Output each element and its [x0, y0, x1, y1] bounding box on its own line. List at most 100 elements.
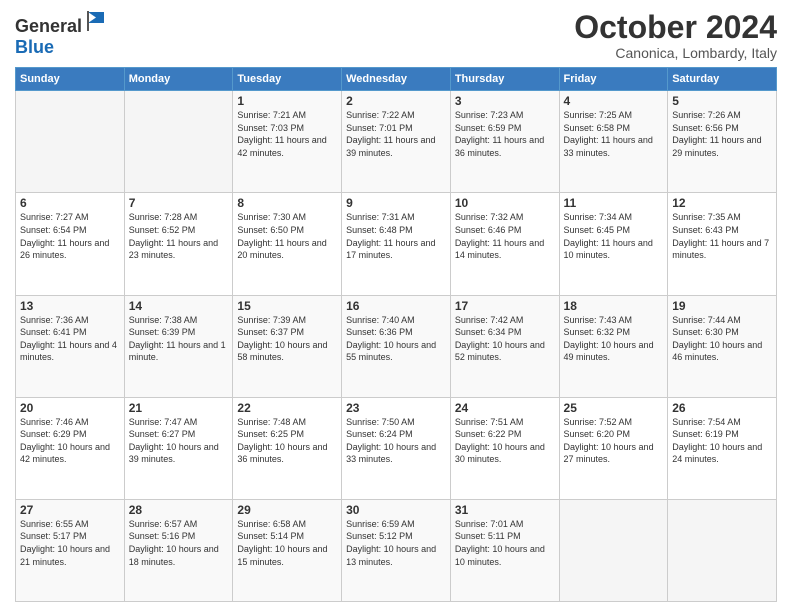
day-number: 13	[20, 299, 120, 313]
calendar-day-cell: 5Sunrise: 7:26 AM Sunset: 6:56 PM Daylig…	[668, 91, 777, 193]
logo-general: General	[15, 16, 82, 36]
calendar-day-cell: 14Sunrise: 7:38 AM Sunset: 6:39 PM Dayli…	[124, 295, 233, 397]
day-number: 14	[129, 299, 229, 313]
calendar-day-cell: 17Sunrise: 7:42 AM Sunset: 6:34 PM Dayli…	[450, 295, 559, 397]
day-info: Sunrise: 6:59 AM Sunset: 5:12 PM Dayligh…	[346, 518, 446, 568]
day-number: 22	[237, 401, 337, 415]
day-number: 15	[237, 299, 337, 313]
calendar-day-cell: 9Sunrise: 7:31 AM Sunset: 6:48 PM Daylig…	[342, 193, 451, 295]
day-info: Sunrise: 7:30 AM Sunset: 6:50 PM Dayligh…	[237, 211, 337, 261]
day-info: Sunrise: 7:38 AM Sunset: 6:39 PM Dayligh…	[129, 314, 229, 364]
day-info: Sunrise: 7:32 AM Sunset: 6:46 PM Dayligh…	[455, 211, 555, 261]
day-number: 1	[237, 94, 337, 108]
calendar-day-cell: 19Sunrise: 7:44 AM Sunset: 6:30 PM Dayli…	[668, 295, 777, 397]
day-number: 26	[672, 401, 772, 415]
calendar-day-cell: 12Sunrise: 7:35 AM Sunset: 6:43 PM Dayli…	[668, 193, 777, 295]
day-info: Sunrise: 7:21 AM Sunset: 7:03 PM Dayligh…	[237, 109, 337, 159]
header-wednesday: Wednesday	[342, 68, 451, 91]
day-number: 8	[237, 196, 337, 210]
day-number: 4	[564, 94, 664, 108]
day-number: 30	[346, 503, 446, 517]
day-info: Sunrise: 6:55 AM Sunset: 5:17 PM Dayligh…	[20, 518, 120, 568]
calendar-day-cell: 27Sunrise: 6:55 AM Sunset: 5:17 PM Dayli…	[16, 499, 125, 601]
calendar-day-cell: 8Sunrise: 7:30 AM Sunset: 6:50 PM Daylig…	[233, 193, 342, 295]
day-info: Sunrise: 6:58 AM Sunset: 5:14 PM Dayligh…	[237, 518, 337, 568]
calendar-day-cell: 7Sunrise: 7:28 AM Sunset: 6:52 PM Daylig…	[124, 193, 233, 295]
calendar-day-cell: 15Sunrise: 7:39 AM Sunset: 6:37 PM Dayli…	[233, 295, 342, 397]
calendar-day-cell: 29Sunrise: 6:58 AM Sunset: 5:14 PM Dayli…	[233, 499, 342, 601]
day-info: Sunrise: 7:47 AM Sunset: 6:27 PM Dayligh…	[129, 416, 229, 466]
header-tuesday: Tuesday	[233, 68, 342, 91]
page: General Blue October 2024 Canonica, Lomb…	[0, 0, 792, 612]
header-monday: Monday	[124, 68, 233, 91]
day-number: 12	[672, 196, 772, 210]
calendar-day-cell: 24Sunrise: 7:51 AM Sunset: 6:22 PM Dayli…	[450, 397, 559, 499]
calendar-day-cell	[124, 91, 233, 193]
day-info: Sunrise: 7:48 AM Sunset: 6:25 PM Dayligh…	[237, 416, 337, 466]
calendar-day-cell: 30Sunrise: 6:59 AM Sunset: 5:12 PM Dayli…	[342, 499, 451, 601]
day-number: 2	[346, 94, 446, 108]
day-info: Sunrise: 7:27 AM Sunset: 6:54 PM Dayligh…	[20, 211, 120, 261]
day-number: 11	[564, 196, 664, 210]
calendar-day-cell: 23Sunrise: 7:50 AM Sunset: 6:24 PM Dayli…	[342, 397, 451, 499]
calendar-day-cell: 20Sunrise: 7:46 AM Sunset: 6:29 PM Dayli…	[16, 397, 125, 499]
calendar-day-cell: 22Sunrise: 7:48 AM Sunset: 6:25 PM Dayli…	[233, 397, 342, 499]
day-info: Sunrise: 7:26 AM Sunset: 6:56 PM Dayligh…	[672, 109, 772, 159]
calendar-header-row: Sunday Monday Tuesday Wednesday Thursday…	[16, 68, 777, 91]
logo: General Blue	[15, 10, 106, 58]
day-info: Sunrise: 6:57 AM Sunset: 5:16 PM Dayligh…	[129, 518, 229, 568]
calendar-table: Sunday Monday Tuesday Wednesday Thursday…	[15, 67, 777, 602]
day-number: 21	[129, 401, 229, 415]
calendar-day-cell	[668, 499, 777, 601]
day-info: Sunrise: 7:22 AM Sunset: 7:01 PM Dayligh…	[346, 109, 446, 159]
day-number: 3	[455, 94, 555, 108]
day-info: Sunrise: 7:25 AM Sunset: 6:58 PM Dayligh…	[564, 109, 664, 159]
calendar-week-row: 27Sunrise: 6:55 AM Sunset: 5:17 PM Dayli…	[16, 499, 777, 601]
day-info: Sunrise: 7:52 AM Sunset: 6:20 PM Dayligh…	[564, 416, 664, 466]
calendar-day-cell: 13Sunrise: 7:36 AM Sunset: 6:41 PM Dayli…	[16, 295, 125, 397]
calendar-day-cell: 25Sunrise: 7:52 AM Sunset: 6:20 PM Dayli…	[559, 397, 668, 499]
calendar-day-cell: 28Sunrise: 6:57 AM Sunset: 5:16 PM Dayli…	[124, 499, 233, 601]
calendar-day-cell: 21Sunrise: 7:47 AM Sunset: 6:27 PM Dayli…	[124, 397, 233, 499]
day-info: Sunrise: 7:31 AM Sunset: 6:48 PM Dayligh…	[346, 211, 446, 261]
day-number: 9	[346, 196, 446, 210]
day-info: Sunrise: 7:50 AM Sunset: 6:24 PM Dayligh…	[346, 416, 446, 466]
day-info: Sunrise: 7:40 AM Sunset: 6:36 PM Dayligh…	[346, 314, 446, 364]
day-number: 6	[20, 196, 120, 210]
day-info: Sunrise: 7:23 AM Sunset: 6:59 PM Dayligh…	[455, 109, 555, 159]
calendar-week-row: 20Sunrise: 7:46 AM Sunset: 6:29 PM Dayli…	[16, 397, 777, 499]
day-number: 19	[672, 299, 772, 313]
calendar-day-cell: 4Sunrise: 7:25 AM Sunset: 6:58 PM Daylig…	[559, 91, 668, 193]
calendar-day-cell: 6Sunrise: 7:27 AM Sunset: 6:54 PM Daylig…	[16, 193, 125, 295]
day-number: 20	[20, 401, 120, 415]
header-saturday: Saturday	[668, 68, 777, 91]
day-info: Sunrise: 7:51 AM Sunset: 6:22 PM Dayligh…	[455, 416, 555, 466]
day-number: 10	[455, 196, 555, 210]
calendar-day-cell	[559, 499, 668, 601]
day-info: Sunrise: 7:35 AM Sunset: 6:43 PM Dayligh…	[672, 211, 772, 261]
day-number: 31	[455, 503, 555, 517]
calendar-day-cell: 26Sunrise: 7:54 AM Sunset: 6:19 PM Dayli…	[668, 397, 777, 499]
day-number: 25	[564, 401, 664, 415]
day-number: 23	[346, 401, 446, 415]
calendar-day-cell	[16, 91, 125, 193]
day-info: Sunrise: 7:34 AM Sunset: 6:45 PM Dayligh…	[564, 211, 664, 261]
day-number: 18	[564, 299, 664, 313]
header-friday: Friday	[559, 68, 668, 91]
calendar-day-cell: 2Sunrise: 7:22 AM Sunset: 7:01 PM Daylig…	[342, 91, 451, 193]
day-info: Sunrise: 7:39 AM Sunset: 6:37 PM Dayligh…	[237, 314, 337, 364]
day-number: 24	[455, 401, 555, 415]
day-number: 7	[129, 196, 229, 210]
day-number: 29	[237, 503, 337, 517]
day-info: Sunrise: 7:44 AM Sunset: 6:30 PM Dayligh…	[672, 314, 772, 364]
day-info: Sunrise: 7:46 AM Sunset: 6:29 PM Dayligh…	[20, 416, 120, 466]
month-title: October 2024	[574, 10, 777, 45]
day-info: Sunrise: 7:43 AM Sunset: 6:32 PM Dayligh…	[564, 314, 664, 364]
header-thursday: Thursday	[450, 68, 559, 91]
title-block: October 2024 Canonica, Lombardy, Italy	[574, 10, 777, 61]
location-title: Canonica, Lombardy, Italy	[574, 45, 777, 61]
calendar-day-cell: 1Sunrise: 7:21 AM Sunset: 7:03 PM Daylig…	[233, 91, 342, 193]
calendar-week-row: 6Sunrise: 7:27 AM Sunset: 6:54 PM Daylig…	[16, 193, 777, 295]
day-info: Sunrise: 7:42 AM Sunset: 6:34 PM Dayligh…	[455, 314, 555, 364]
calendar-day-cell: 31Sunrise: 7:01 AM Sunset: 5:11 PM Dayli…	[450, 499, 559, 601]
